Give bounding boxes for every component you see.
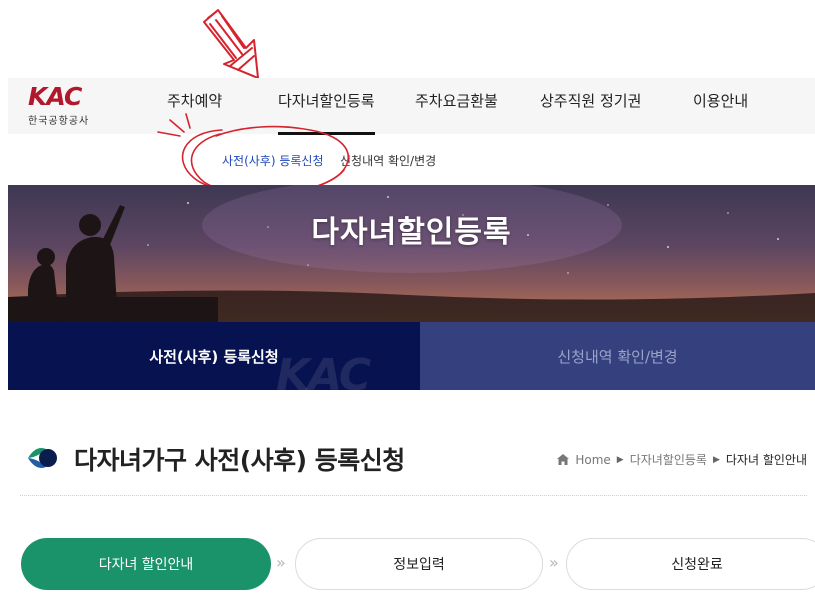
sub-tabs: KAC 사전(사후) 등록신청 신청내역 확인/변경 bbox=[8, 322, 815, 390]
tab-check-change[interactable]: 신청내역 확인/변경 bbox=[420, 322, 815, 390]
tab-check-change-label: 신청내역 확인/변경 bbox=[557, 347, 678, 366]
logo-mark: KAC bbox=[28, 82, 82, 111]
step-discount-guide: 다자녀 할인안내 bbox=[21, 538, 271, 590]
kac-watermark-icon: KAC bbox=[276, 350, 371, 390]
logo-text: 한국공항공사 bbox=[28, 116, 90, 127]
double-chevron-right-icon: » bbox=[276, 553, 286, 572]
breadcrumb-home[interactable]: Home bbox=[575, 453, 610, 467]
nav-staff-pass[interactable]: 상주직원 정기권 bbox=[540, 90, 641, 111]
breadcrumb-current: 다자녀 할인안내 bbox=[725, 453, 807, 467]
top-header: KAC 한국공항공사 주차예약 다자녀할인등록 주차요금환불 상주직원 정기권 … bbox=[8, 78, 815, 135]
breadcrumb-multi-child[interactable]: 다자녀할인등록 bbox=[630, 451, 707, 468]
home-icon bbox=[557, 454, 570, 465]
kac-logo[interactable]: KAC 한국공항공사 bbox=[28, 82, 104, 128]
night-sky-illustration bbox=[8, 185, 815, 322]
step-complete: 신청완료 bbox=[566, 538, 815, 590]
nav-parking-reservation[interactable]: 주차예약 bbox=[167, 90, 222, 111]
double-chevron-right-icon: » bbox=[549, 553, 559, 572]
tab-pre-registration-label: 사전(사후) 등록신청 bbox=[149, 347, 279, 366]
nav-usage-guide[interactable]: 이용안내 bbox=[693, 90, 748, 111]
hero-banner: 다자녀할인등록 bbox=[8, 185, 815, 322]
page-title: 다자녀가구 사전(사후) 등록신청 bbox=[74, 446, 405, 475]
nav-multi-child-discount[interactable]: 다자녀할인등록 bbox=[278, 90, 375, 135]
subnav-check-change[interactable]: 신청내역 확인/변경 bbox=[340, 152, 436, 169]
annotation-arrow-icon bbox=[203, 9, 259, 79]
subnav-pre-registration[interactable]: 사전(사후) 등록신청 bbox=[222, 152, 324, 169]
title-divider bbox=[20, 495, 807, 496]
tab-pre-registration[interactable]: KAC 사전(사후) 등록신청 bbox=[8, 322, 420, 390]
breadcrumb: Home ▶ 다자녀할인등록 ▶ 다자녀 할인안내 bbox=[557, 451, 807, 468]
step-info-input: 정보입력 bbox=[295, 538, 543, 590]
banner-title: 다자녀할인등록 bbox=[311, 215, 512, 250]
kac-leaf-icon bbox=[28, 448, 57, 468]
triangle-right-icon: ▶ bbox=[616, 454, 624, 465]
triangle-right-icon: ▶ bbox=[712, 454, 720, 465]
nav-parking-refund[interactable]: 주차요금환불 bbox=[415, 90, 498, 111]
